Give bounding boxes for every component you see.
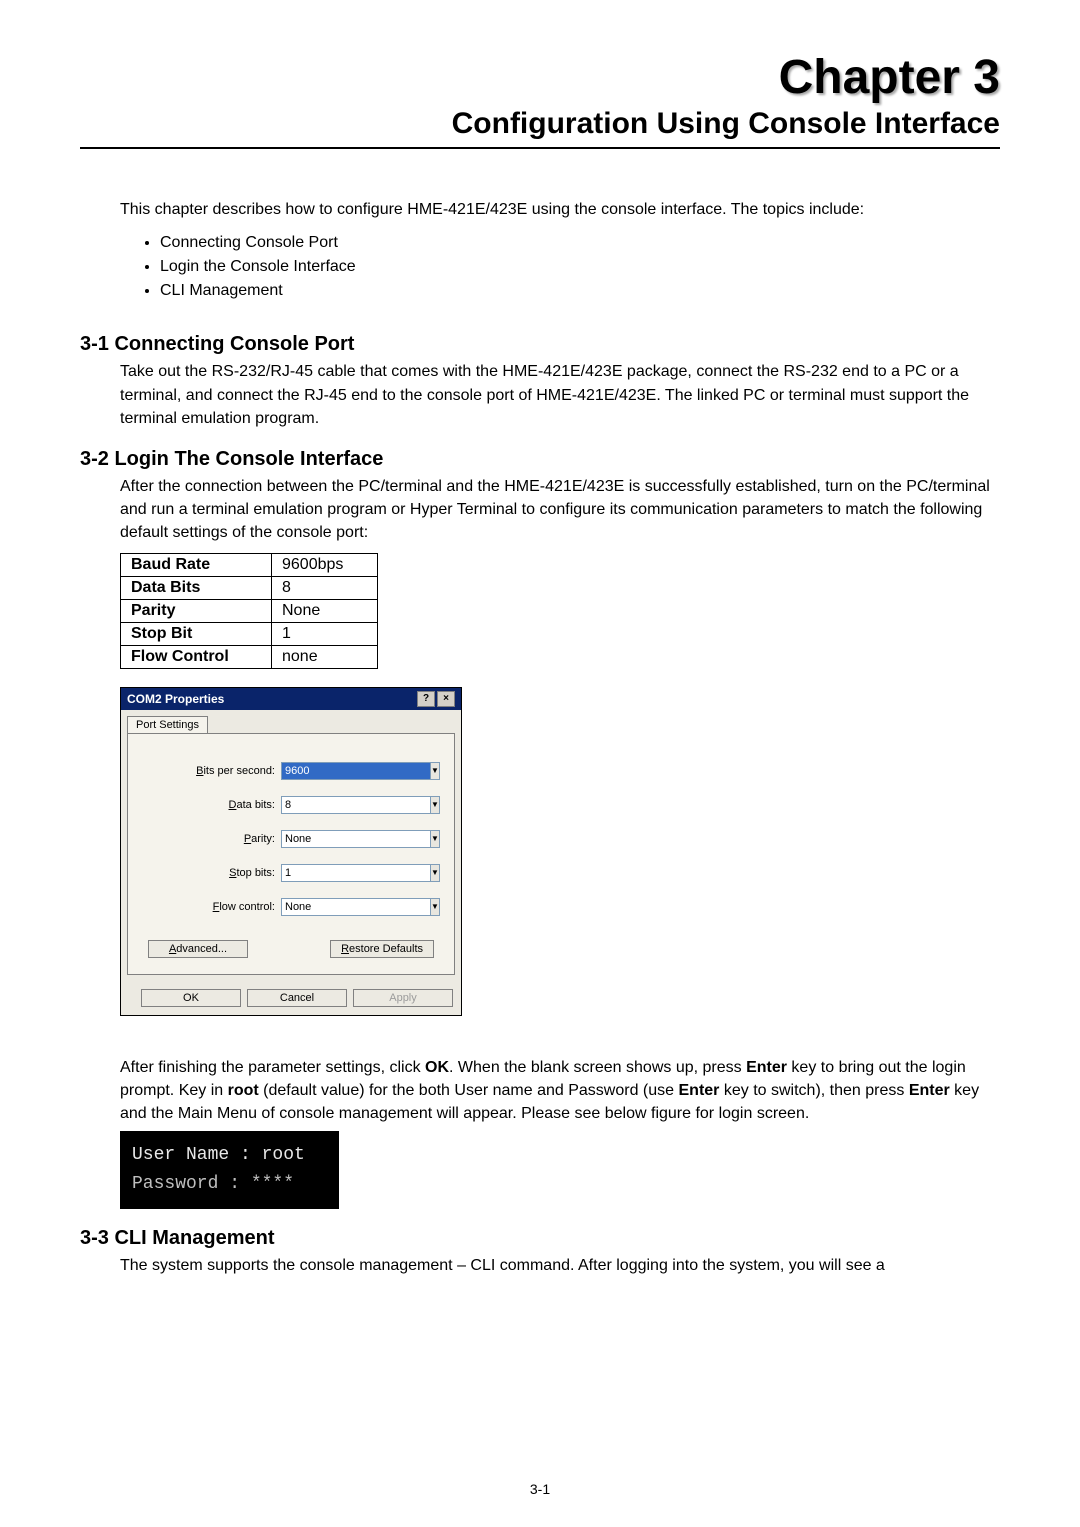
restore-defaults-button[interactable]: Restore Defaults [330,940,434,958]
cell-value: 1 [272,622,378,645]
dialog-tab-row: Port Settings [121,710,461,733]
field-stop-bits: Stop bits: ▼ [146,864,436,882]
intro-paragraph: This chapter describes how to configure … [120,199,1000,221]
dialog-title: COM2 Properties [127,692,224,706]
login-line-username: User Name : root [132,1141,327,1170]
tab-port-settings[interactable]: Port Settings [127,716,208,733]
table-row: Baud Rate9600bps [121,553,378,576]
section-body-3-3: The system supports the console manageme… [120,1254,1000,1277]
table-row: ParityNone [121,599,378,622]
parity-input[interactable] [281,830,431,848]
stopbits-input[interactable] [281,864,431,882]
section-heading-3-2: 3-2 Login The Console Interface [80,448,1000,471]
dialog-titlebar: COM2 Properties ? × [121,688,461,710]
close-icon[interactable]: × [437,691,455,707]
flow-select[interactable]: ▼ [281,898,436,916]
chevron-down-icon[interactable]: ▼ [431,898,440,916]
table-row: Flow Controlnone [121,645,378,668]
parity-select[interactable]: ▼ [281,830,436,848]
field-parity: Parity: ▼ [146,830,436,848]
apply-button[interactable]: Apply [353,989,453,1007]
settings-table: Baud Rate9600bps Data Bits8 ParityNone S… [120,553,378,669]
bps-input[interactable] [281,762,431,780]
com-properties-dialog: COM2 Properties ? × Port Settings Bits p… [120,687,462,1016]
list-item: Connecting Console Port [160,231,1000,255]
cell-label: Stop Bit [121,622,272,645]
parity-label: Parity: [244,833,275,845]
cell-label: Data Bits [121,576,272,599]
chevron-down-icon[interactable]: ▼ [431,796,440,814]
section-body-3-2-a: After the connection between the PC/term… [120,475,1000,545]
section-body-3-2-b: After finishing the parameter settings, … [120,1056,1000,1126]
cell-label: Baud Rate [121,553,272,576]
cell-value: 8 [272,576,378,599]
field-flow-control: Flow control: ▼ [146,898,436,916]
section-heading-3-1: 3-1 Connecting Console Port [80,333,1000,356]
cell-value: none [272,645,378,668]
ok-button[interactable]: OK [141,989,241,1007]
chapter-title: Chapter 3 [80,50,1000,105]
cell-label: Parity [121,599,272,622]
bps-select[interactable]: ▼ [281,762,436,780]
advanced-button[interactable]: Advanced... [148,940,248,958]
databits-input[interactable] [281,796,431,814]
list-item: CLI Management [160,279,1000,303]
section-heading-3-3: 3-3 CLI Management [80,1227,1000,1250]
databits-select[interactable]: ▼ [281,796,436,814]
cell-value: 9600bps [272,553,378,576]
flow-input[interactable] [281,898,431,916]
login-line-password: Password : **** [132,1170,327,1199]
bps-label: Bits per second: [196,765,275,777]
cancel-button[interactable]: Cancel [247,989,347,1007]
cell-value: None [272,599,378,622]
field-bits-per-second: Bits per second: ▼ [146,762,436,780]
section-body-3-1: Take out the RS-232/RJ-45 cable that com… [120,360,1000,430]
chevron-down-icon[interactable]: ▼ [431,762,440,780]
field-data-bits: Data bits: ▼ [146,796,436,814]
cell-label: Flow Control [121,645,272,668]
chapter-subtitle: Configuration Using Console Interface [80,107,1000,141]
stopbits-label: Stop bits: [229,867,275,879]
chevron-down-icon[interactable]: ▼ [431,830,440,848]
title-rule [80,147,1000,149]
help-icon[interactable]: ? [417,691,435,707]
chevron-down-icon[interactable]: ▼ [431,864,440,882]
dialog-tab-panel: Bits per second: ▼ Data bits: ▼ Parity: … [127,733,455,975]
table-row: Data Bits8 [121,576,378,599]
topic-list: Connecting Console Port Login the Consol… [140,231,1000,303]
list-item: Login the Console Interface [160,255,1000,279]
table-row: Stop Bit1 [121,622,378,645]
flow-label: Flow control: [213,901,275,913]
databits-label: Data bits: [229,799,275,811]
stopbits-select[interactable]: ▼ [281,864,436,882]
login-screenshot: User Name : root Password : **** [120,1131,339,1209]
page-number: 3-1 [0,1481,1080,1497]
